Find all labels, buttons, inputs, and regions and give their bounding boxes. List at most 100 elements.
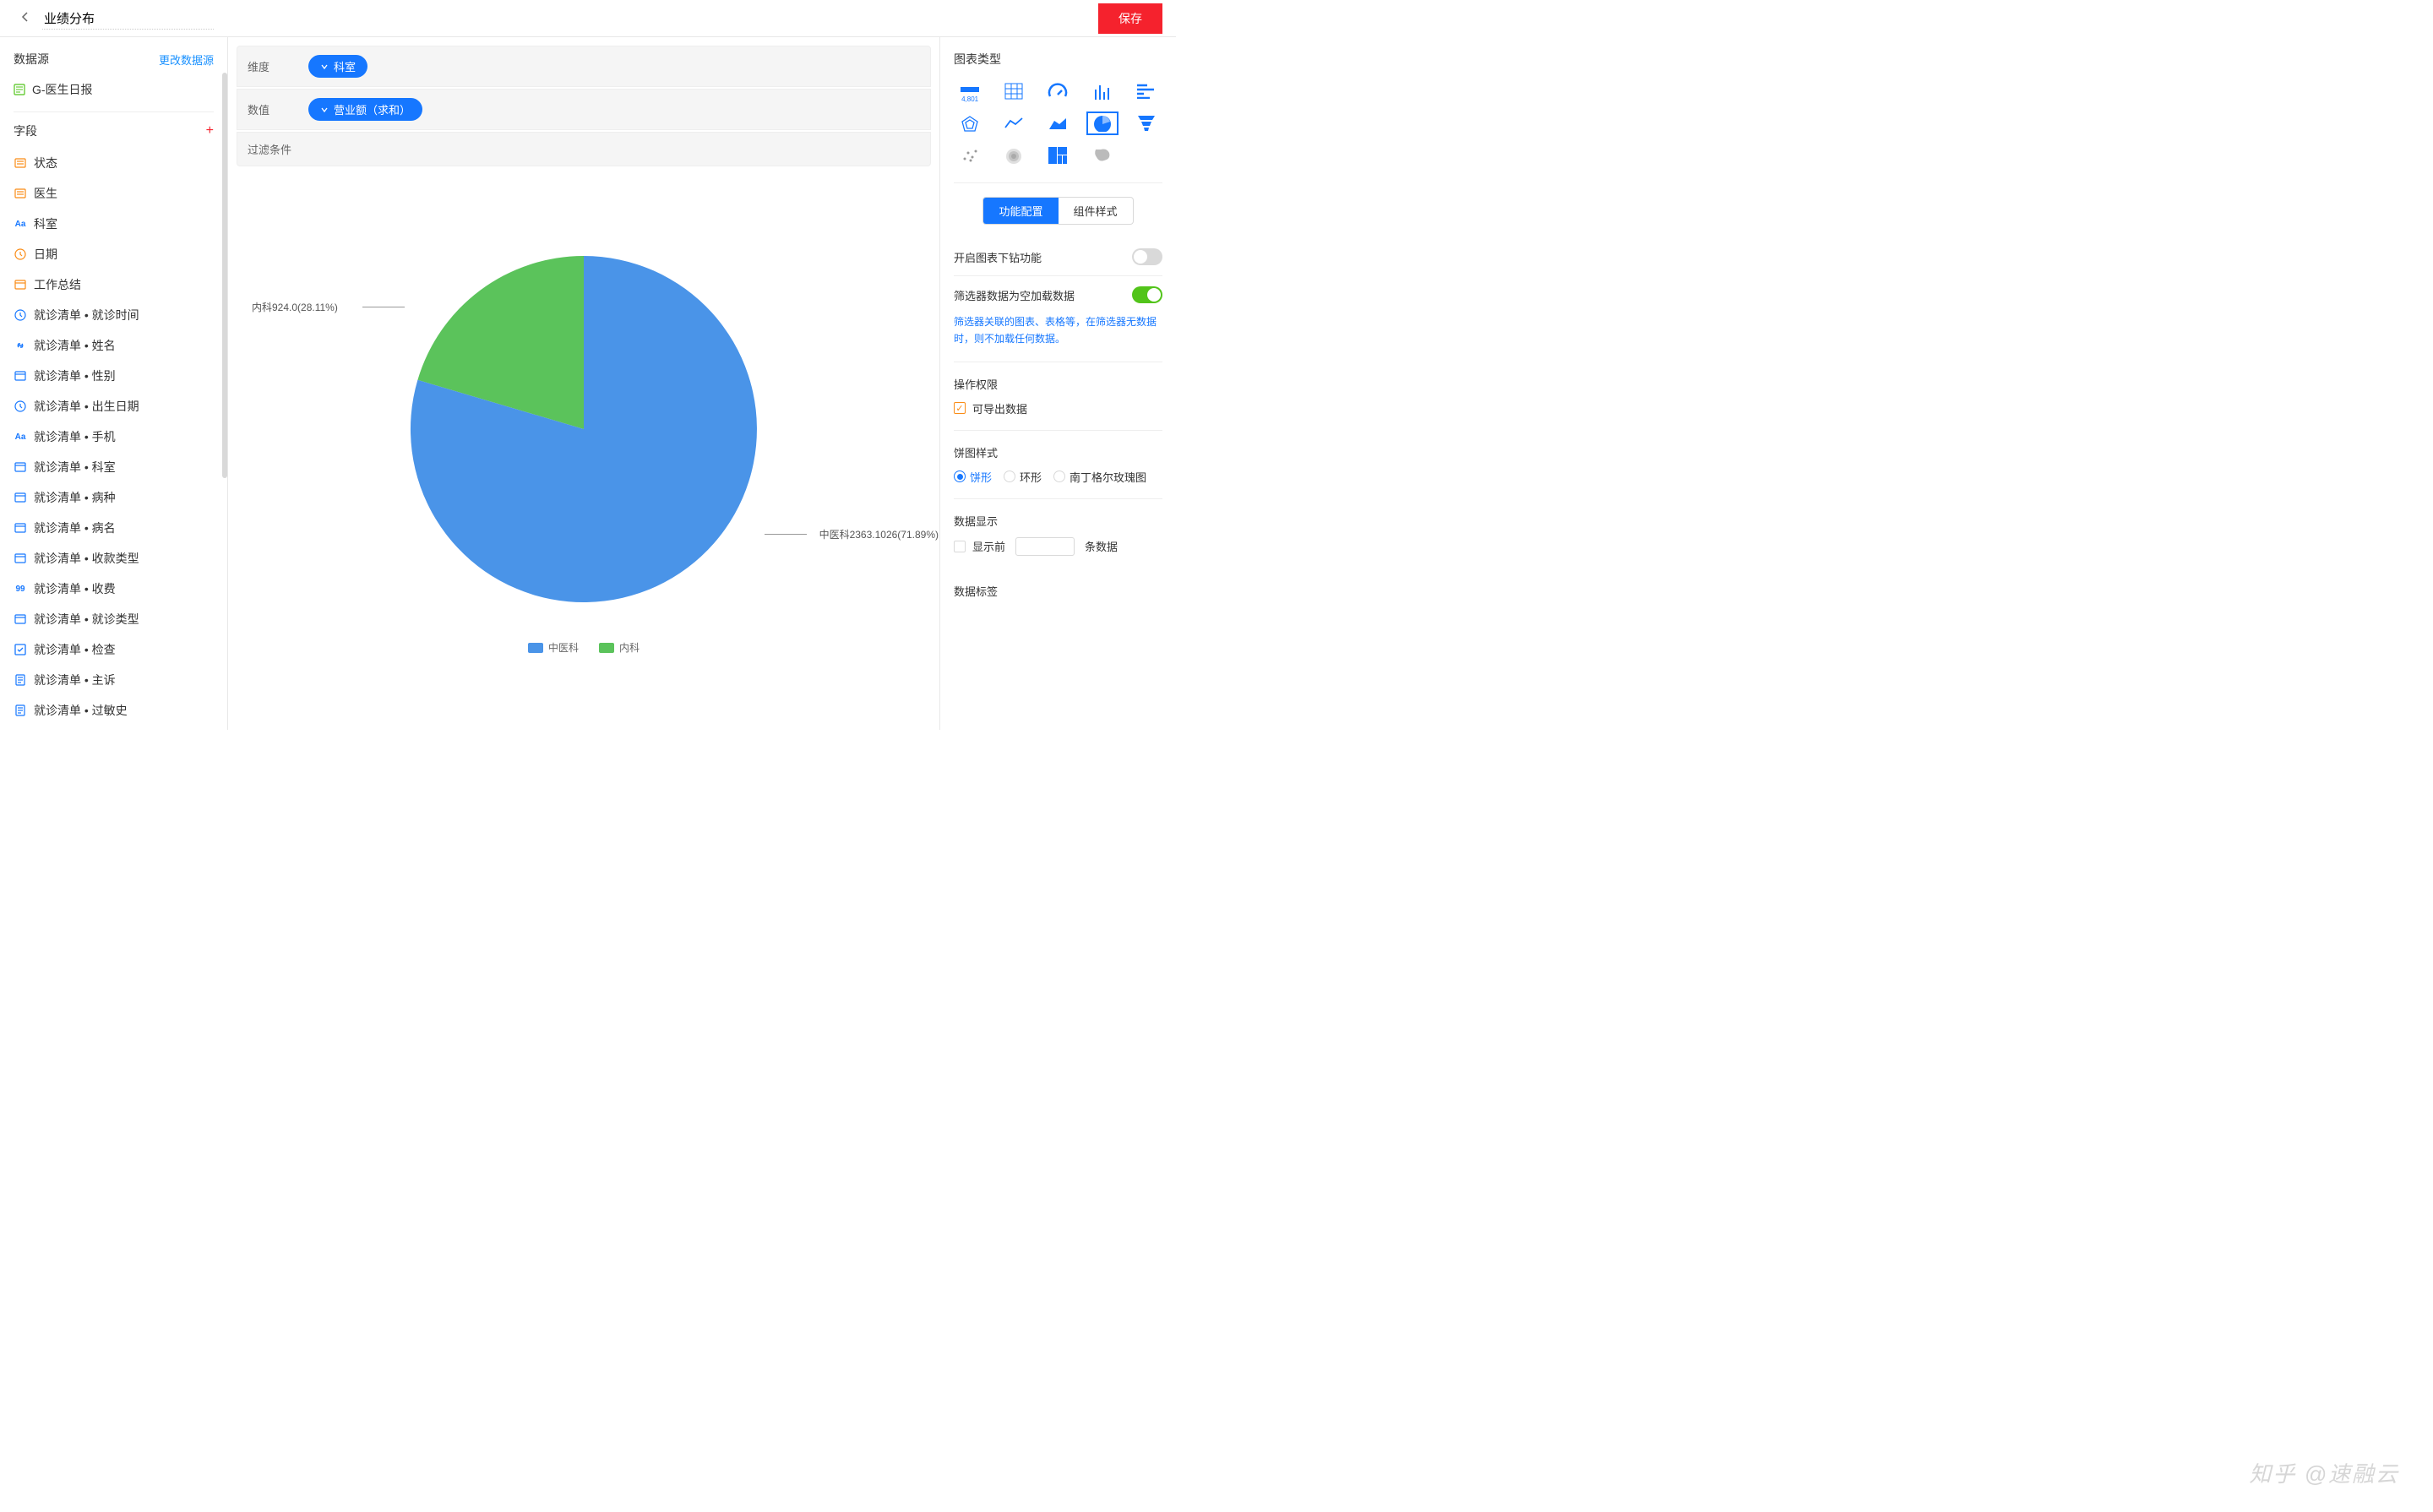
export-checkbox[interactable] [954, 402, 966, 414]
field-label: 就诊清单 • 病名 [34, 519, 116, 536]
field-label: 就诊清单 • 性别 [34, 367, 116, 384]
field-item[interactable]: 就诊清单 • 科室 [14, 452, 227, 482]
field-type-icon: 99 [14, 583, 27, 595]
field-item[interactable]: 就诊清单 • 就诊时间 [14, 300, 227, 330]
field-item[interactable]: 99就诊清单 • 收费 [14, 574, 227, 604]
dimension-pill[interactable]: 科室 [308, 55, 367, 78]
field-item[interactable]: 就诊清单 • 收款类型 [14, 543, 227, 574]
tab-function-config[interactable]: 功能配置 [983, 198, 1058, 224]
charttype-gauge[interactable] [1042, 79, 1074, 103]
field-item[interactable]: 就诊清单 • 出生日期 [14, 391, 227, 422]
datasource-label: 数据源 [14, 51, 49, 68]
chevron-left-icon [20, 11, 29, 23]
field-item[interactable]: 就诊清单 • 病种 [14, 482, 227, 513]
charttype-funnel[interactable] [1130, 111, 1162, 135]
page-title-input[interactable] [42, 8, 214, 30]
radio-donut[interactable]: 环形 [1004, 469, 1042, 485]
charttype-radar[interactable] [954, 111, 986, 135]
field-type-icon [14, 461, 27, 473]
field-item[interactable]: 工作总结 [14, 269, 227, 300]
field-item[interactable]: 就诊清单 • 就诊类型 [14, 604, 227, 634]
dimension-label: 维度 [248, 58, 308, 74]
form-icon [14, 84, 25, 95]
field-type-icon [14, 248, 27, 260]
field-item[interactable]: 就诊清单 • 检查 [14, 634, 227, 665]
show-top-checkbox[interactable] [954, 541, 966, 552]
tab-component-style[interactable]: 组件样式 [1059, 198, 1133, 224]
show-top-prefix: 显示前 [972, 538, 1005, 554]
charttype-line[interactable] [998, 111, 1030, 135]
field-label: 日期 [34, 246, 57, 263]
field-item[interactable]: 就诊清单 • 诊断 [14, 726, 227, 730]
field-type-icon [14, 340, 27, 351]
charttype-scatter[interactable] [954, 144, 986, 167]
field-type-icon [14, 674, 27, 686]
charttype-map[interactable] [1086, 144, 1119, 167]
legend-item[interactable]: 中医科 [528, 640, 579, 655]
filter-row[interactable]: 过滤条件 [237, 132, 931, 166]
field-item[interactable]: 日期 [14, 239, 227, 269]
radio-rose[interactable]: 南丁格尔玫瑰图 [1053, 469, 1146, 485]
field-type-icon: Aa [14, 218, 27, 230]
charttype-treemap[interactable] [1042, 144, 1074, 167]
add-field-icon[interactable]: + [206, 123, 214, 139]
data-display-label: 数据显示 [954, 513, 1162, 529]
value-label: 数值 [248, 101, 308, 117]
field-type-icon: Aa [14, 431, 27, 443]
field-label: 科室 [34, 215, 57, 232]
field-label: 工作总结 [34, 276, 81, 293]
chevron-down-icon [320, 63, 329, 71]
main: 维度 科室 数值 营业额（求和） 过滤条件 [228, 37, 939, 730]
drill-label: 开启图表下钻功能 [954, 249, 1042, 265]
field-label: 医生 [34, 185, 57, 202]
value-pill[interactable]: 营业额（求和） [308, 98, 422, 121]
field-item[interactable]: Aa就诊清单 • 手机 [14, 422, 227, 452]
field-label: 就诊清单 • 科室 [34, 459, 116, 476]
charttype-area[interactable] [1042, 111, 1074, 135]
field-type-icon [14, 370, 27, 382]
save-button[interactable]: 保存 [1098, 3, 1162, 34]
sidebar: 数据源 更改数据源 G-医生日报 字段 + 状态医生Aa科室日期工作总结就诊清单… [0, 37, 228, 730]
field-label: 就诊清单 • 就诊时间 [34, 307, 139, 324]
charttype-number[interactable]: 4,801 [954, 79, 986, 103]
charttype-hbar[interactable] [1130, 79, 1162, 103]
field-type-icon [14, 492, 27, 503]
legend-swatch [599, 643, 614, 653]
permission-label: 操作权限 [954, 376, 1162, 392]
field-item[interactable]: Aa 科室 [14, 209, 227, 239]
dimension-row: 维度 科室 [237, 46, 931, 87]
field-item[interactable]: 就诊清单 • 姓名 [14, 330, 227, 361]
pie-chart: 内科924.0(28.11%) 中医科2363.1026(71.89%) [406, 252, 761, 606]
legend-swatch [528, 643, 543, 653]
field-type-icon [14, 400, 27, 412]
show-top-input[interactable] [1015, 537, 1075, 556]
filter-load-toggle[interactable] [1132, 286, 1162, 303]
filter-hint: 筛选器关联的图表、表格等，在筛选器无数据时，则不加载任何数据。 [954, 313, 1162, 362]
field-item[interactable]: 就诊清单 • 主诉 [14, 665, 227, 695]
change-datasource-link[interactable]: 更改数据源 [159, 52, 214, 68]
charttype-pie[interactable] [1086, 111, 1119, 135]
chart-type-label: 图表类型 [954, 51, 1162, 68]
radio-pie[interactable]: 饼形 [954, 469, 992, 485]
charttype-table[interactable] [998, 79, 1030, 103]
field-item[interactable]: 就诊清单 • 病名 [14, 513, 227, 543]
field-item[interactable]: 就诊清单 • 过敏史 [14, 695, 227, 726]
field-label: 就诊清单 • 过敏史 [34, 702, 128, 719]
charttype-bar[interactable] [1086, 79, 1119, 103]
field-item[interactable]: 就诊清单 • 性别 [14, 361, 227, 391]
charttype-heatmap[interactable] [998, 144, 1030, 167]
drill-toggle[interactable] [1132, 248, 1162, 265]
datasource-row[interactable]: G-医生日报 [14, 76, 214, 112]
field-item[interactable]: 状态 [14, 148, 227, 178]
field-item[interactable]: 医生 [14, 178, 227, 209]
config-tabs: 功能配置 组件样式 [982, 197, 1133, 225]
watermark: 知乎 @速融云 [2249, 1457, 2399, 1488]
legend-item[interactable]: 内科 [599, 640, 640, 655]
header: 保存 [0, 0, 1176, 37]
field-type-icon [14, 522, 27, 534]
field-label: 状态 [34, 155, 57, 171]
back-button[interactable] [14, 8, 35, 29]
field-type-icon [14, 188, 27, 199]
field-label: 就诊清单 • 姓名 [34, 337, 116, 354]
field-label: 就诊清单 • 出生日期 [34, 398, 139, 415]
